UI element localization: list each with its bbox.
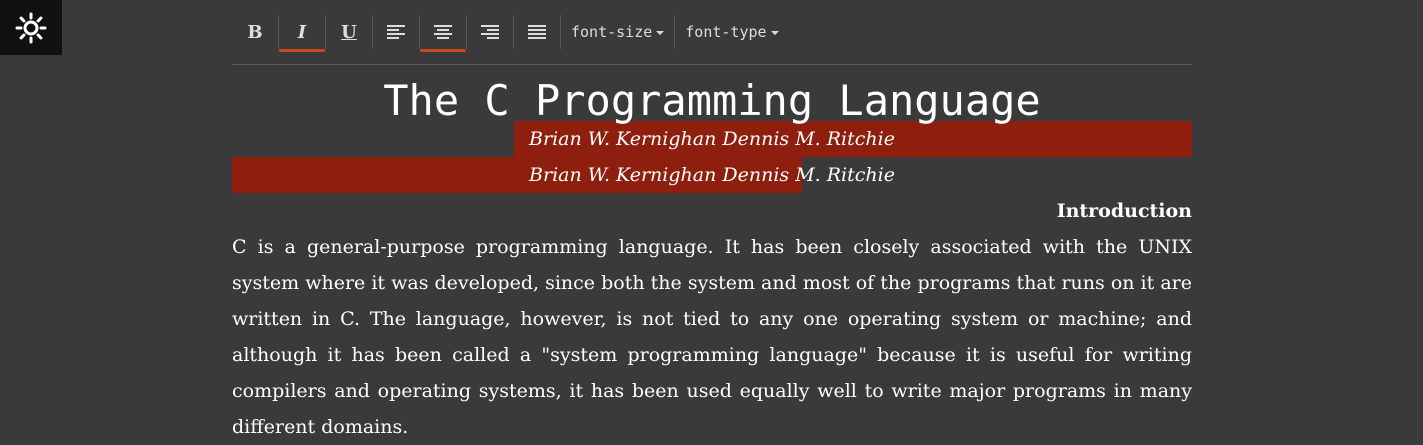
settings-button[interactable] [0, 0, 62, 55]
font-size-label: font-size [571, 23, 653, 41]
body-paragraph: C is a general-purpose programming langu… [232, 236, 1192, 438]
italic-label: I [297, 21, 307, 43]
italic-button[interactable]: I [279, 15, 325, 52]
underline-button[interactable]: U [326, 15, 372, 49]
sun-gear-icon [15, 12, 47, 43]
justify-button[interactable] [514, 15, 560, 49]
align-left-button[interactable] [373, 15, 419, 49]
align-center-icon [434, 25, 452, 39]
chevron-down-icon [770, 31, 779, 35]
align-right-button[interactable] [467, 15, 513, 49]
align-left-icon [387, 25, 405, 39]
font-size-dropdown[interactable]: font-size [561, 15, 674, 49]
align-right-icon [481, 25, 499, 39]
authors-line: Brian W. Kernighan Dennis M. Ritchie [232, 157, 1192, 193]
justify-icon [528, 25, 546, 39]
font-type-label: font-type [685, 23, 767, 41]
authors-line: Brian W. Kernighan Dennis M. Ritchie [232, 121, 1192, 157]
section-heading: Introduction [1056, 200, 1192, 222]
underline-label: U [341, 21, 357, 43]
chevron-down-icon [656, 31, 665, 35]
editor: B I U font-size font-type The C Programm… [232, 0, 1192, 445]
toolbar: B I U font-size font-type [232, 0, 1192, 65]
bold-label: B [247, 21, 263, 43]
document-body[interactable]: The C Programming Language Brian W. Kern… [232, 75, 1192, 445]
align-center-button[interactable] [420, 15, 466, 52]
font-type-dropdown[interactable]: font-type [675, 15, 788, 49]
bold-button[interactable]: B [232, 15, 278, 49]
document-title: The C Programming Language [383, 76, 1041, 125]
